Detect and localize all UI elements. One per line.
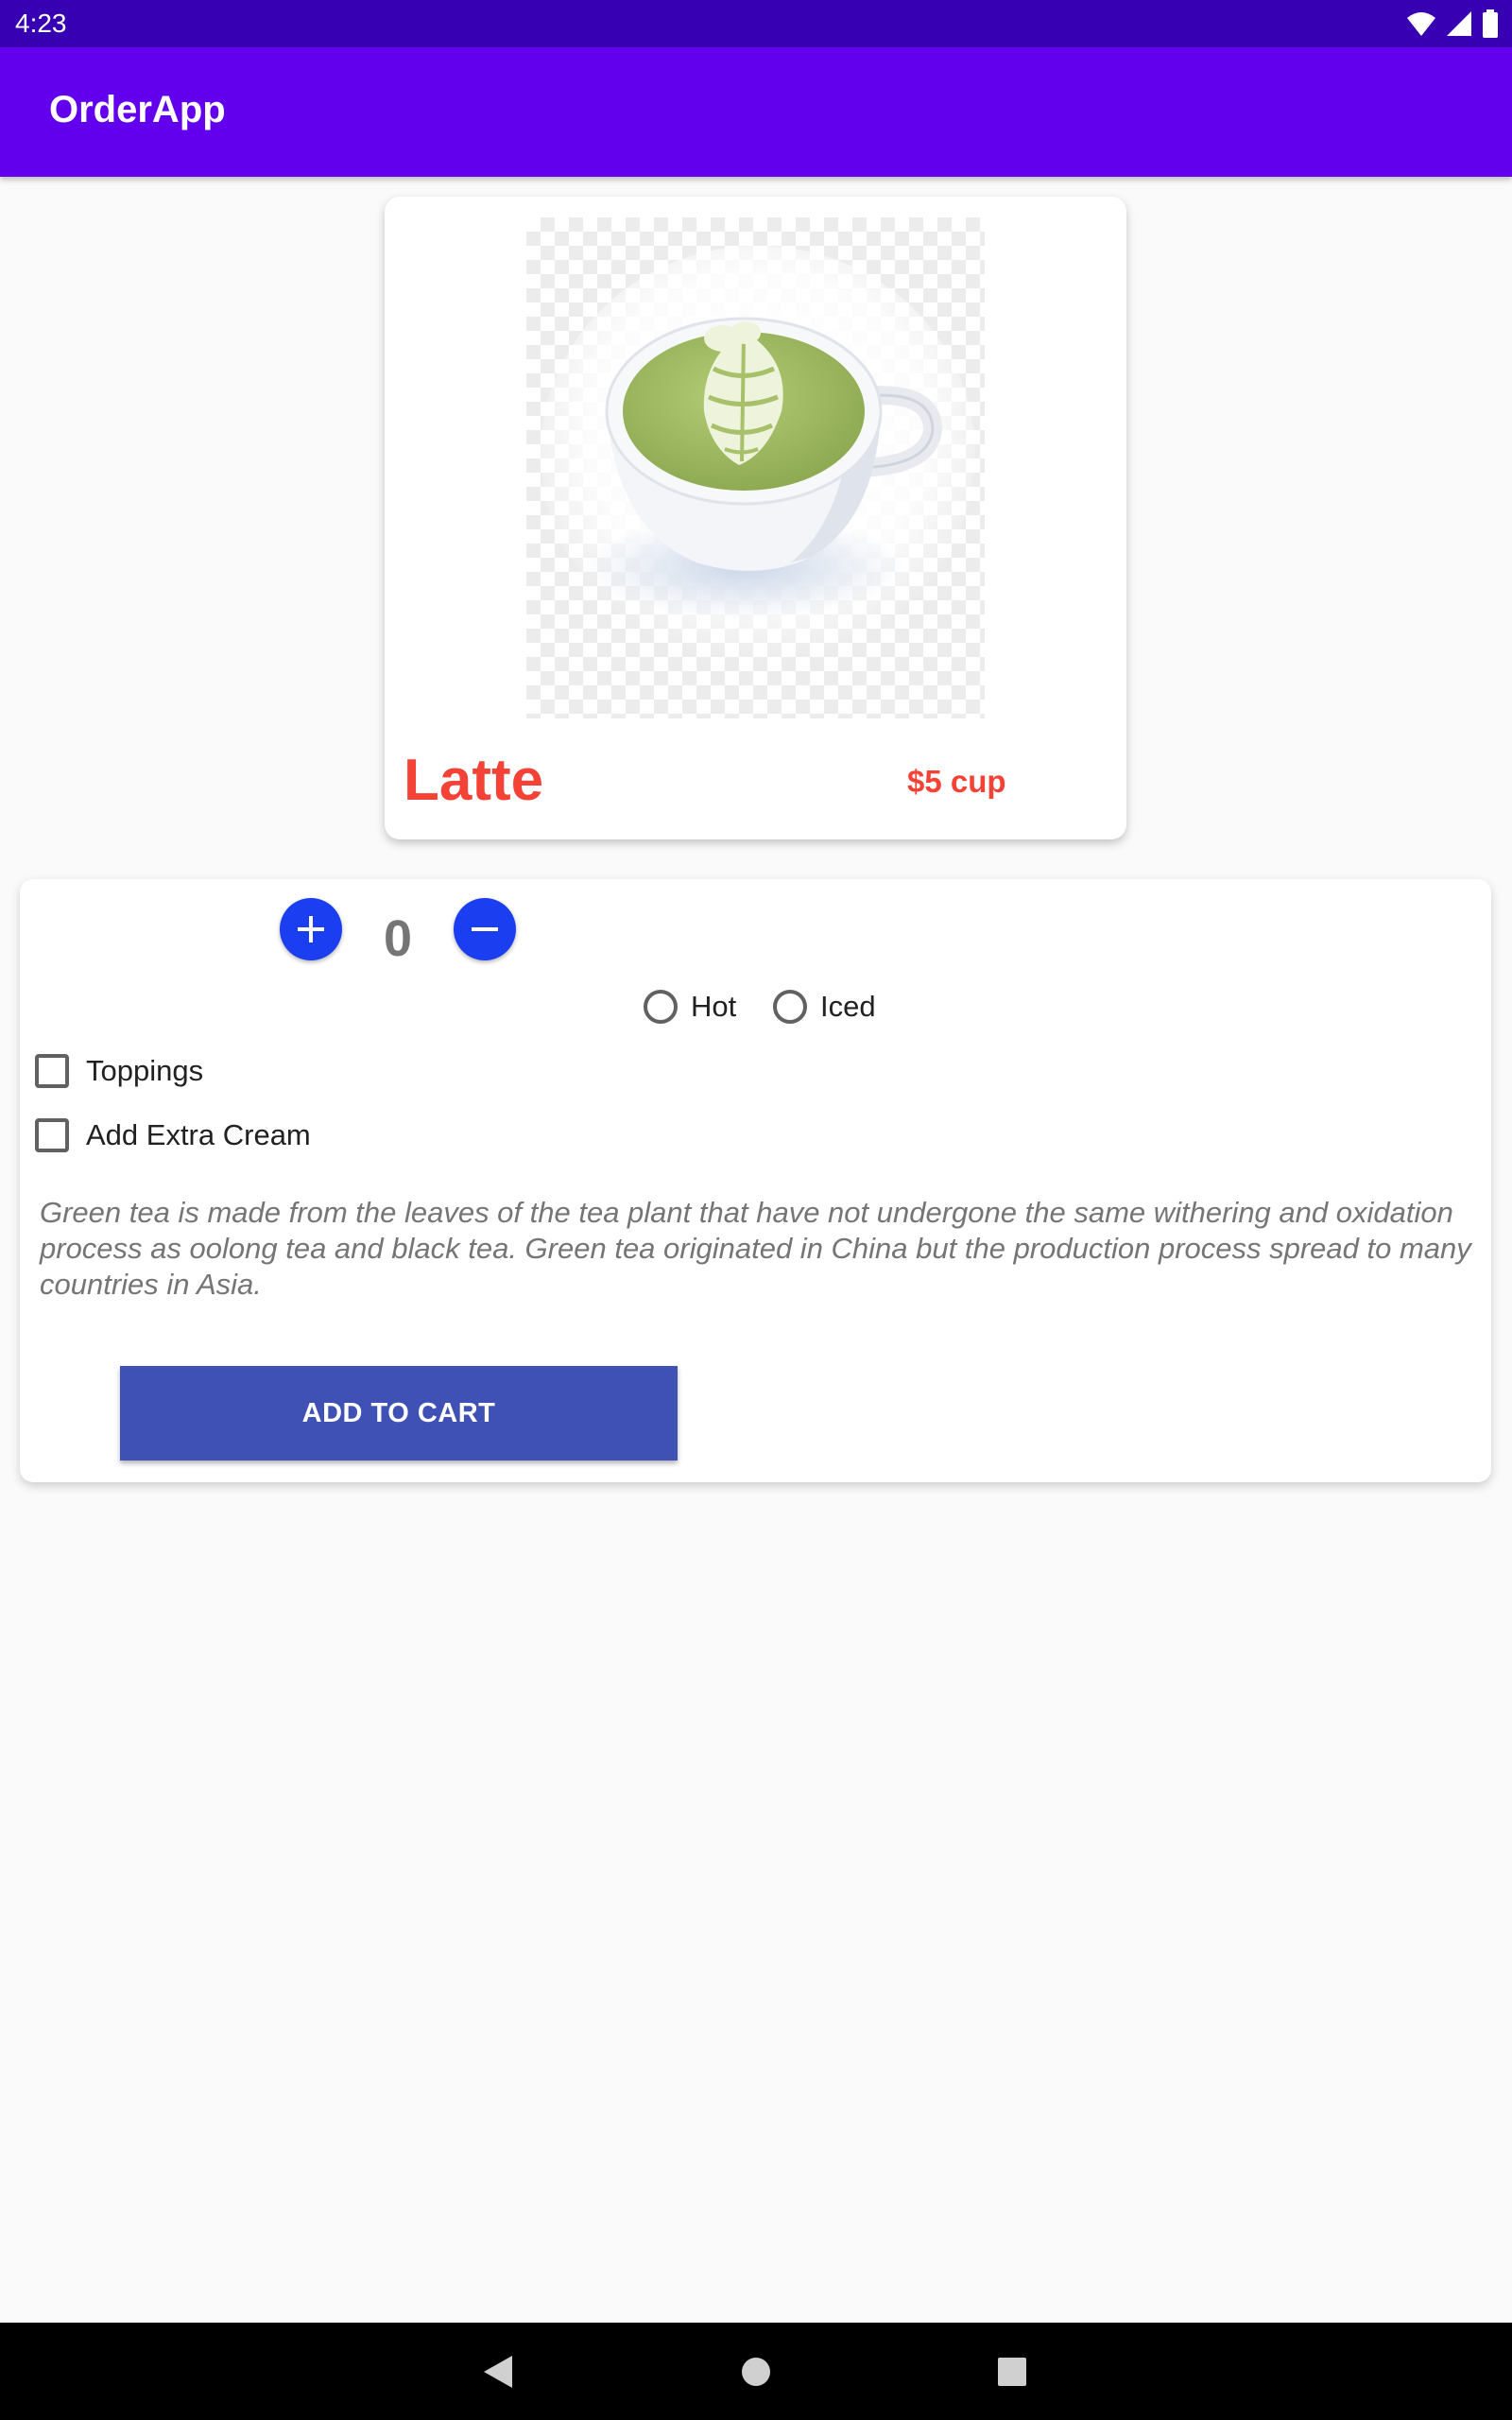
decrease-quantity-button[interactable] — [454, 898, 516, 960]
app-bar: OrderApp — [0, 47, 1512, 177]
recents-icon[interactable] — [997, 2357, 1027, 2387]
radio-hot-label: Hot — [691, 990, 737, 1023]
app-title: OrderApp — [49, 89, 226, 130]
options-card: 0 Hot Iced Toppings Add Extra Cream Gree… — [20, 879, 1491, 1482]
status-time: 4:23 — [15, 9, 67, 38]
increase-quantity-button[interactable] — [280, 898, 342, 960]
minus-icon — [472, 927, 498, 931]
toppings-checkbox[interactable]: Toppings — [35, 1054, 203, 1088]
add-to-cart-button[interactable]: ADD TO CART — [120, 1366, 678, 1461]
checkbox-box[interactable] — [35, 1054, 69, 1088]
back-icon[interactable] — [480, 2354, 514, 2390]
status-icons — [1406, 9, 1499, 38]
signal-icon — [1447, 11, 1471, 36]
radio-hot[interactable]: Hot — [644, 990, 736, 1024]
plus-icon — [298, 916, 324, 942]
radio-circle[interactable] — [644, 990, 678, 1024]
toppings-label: Toppings — [86, 1054, 204, 1087]
wifi-icon — [1407, 12, 1435, 36]
home-icon[interactable] — [740, 2356, 772, 2388]
radio-circle[interactable] — [773, 990, 807, 1024]
extra-cream-label: Add Extra Cream — [86, 1118, 311, 1151]
product-card: Latte $5 cup — [385, 197, 1126, 839]
status-bar: 4:23 — [0, 0, 1512, 47]
checkbox-box[interactable] — [35, 1118, 69, 1152]
product-description: Green tea is made from the leaves of the… — [40, 1196, 1471, 1301]
navigation-bar — [0, 2323, 1512, 2420]
product-price: $5 cup — [907, 764, 1006, 799]
quantity-value: 0 — [383, 910, 413, 967]
product-name: Latte — [404, 748, 544, 813]
extra-cream-checkbox[interactable]: Add Extra Cream — [35, 1118, 311, 1152]
radio-iced-label: Iced — [820, 990, 876, 1023]
latte-cup-image — [526, 217, 985, 718]
radio-iced[interactable]: Iced — [773, 990, 876, 1024]
battery-icon — [1483, 9, 1498, 38]
